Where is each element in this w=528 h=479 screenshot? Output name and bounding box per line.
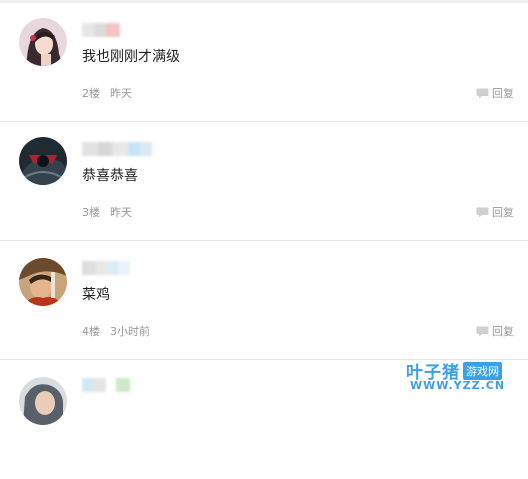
username-blurred [82,23,120,37]
username-blurred [82,142,152,156]
comment-text: 我也刚刚才满级 [82,49,180,65]
watermark-url: WWW.YZZ.CN [410,379,506,392]
reply-label: 回复 [492,206,514,219]
comment-time: 昨天 [110,206,132,219]
comment-meta: 4楼 3小时前 [82,323,150,339]
comment-text: 恭喜恭喜 [82,168,138,184]
reply-button[interactable]: 回复 [476,204,514,220]
warrior-avatar[interactable] [19,258,67,306]
comment-text: 菜鸡 [82,287,110,303]
partial-avatar[interactable] [19,377,67,425]
watermark-tag: 游戏网 [463,361,502,380]
floor-number: 4楼 [82,325,100,338]
comment-bubble-icon [476,88,489,98]
reply-button[interactable]: 回复 [476,323,514,339]
username-blurred [82,378,130,392]
comment-time: 昨天 [110,87,132,100]
comment-item: 菜鸡 4楼 3小时前 回复 [0,241,528,360]
reply-label: 回复 [492,325,514,338]
comment-meta: 2楼 昨天 [82,85,132,101]
reply-button[interactable]: 回复 [476,85,514,101]
floor-number: 2楼 [82,87,100,100]
site-watermark: 叶子猪 游戏网 WWW.YZZ.CN [406,358,524,398]
floor-number: 3楼 [82,206,100,219]
username-blurred [82,261,130,275]
reply-label: 回复 [492,87,514,100]
comment-bubble-icon [476,207,489,217]
dark-character-avatar[interactable] [19,137,67,185]
anime-girl-avatar[interactable] [19,18,67,66]
comment-meta: 3楼 昨天 [82,204,132,220]
comment-bubble-icon [476,326,489,336]
comment-time: 3小时前 [110,325,150,338]
comment-item: 恭喜恭喜 3楼 昨天 回复 [0,122,528,241]
comment-item: 我也刚刚才满级 2楼 昨天 回复 [0,3,528,122]
